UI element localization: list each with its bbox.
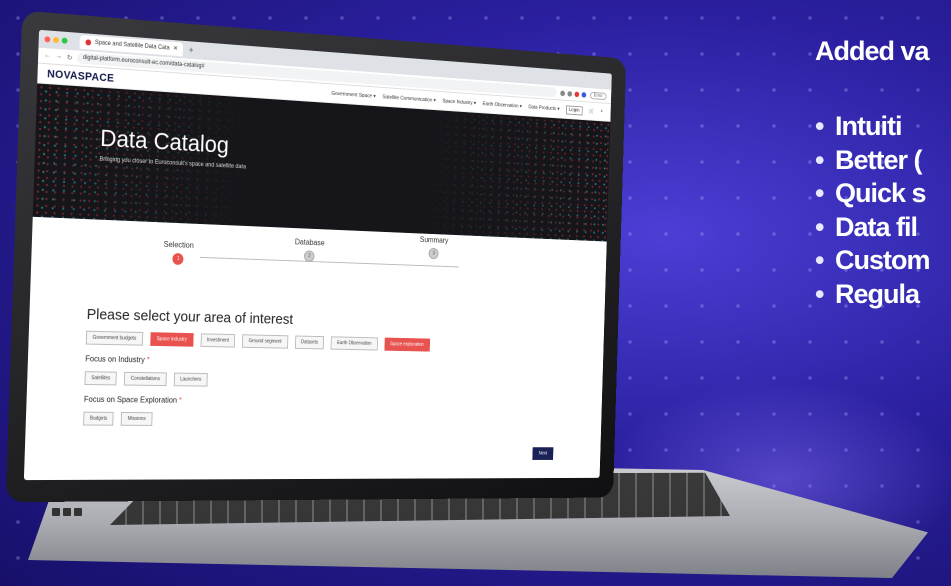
industry-chip-group: Satellites Constellations Launchers: [84, 371, 555, 391]
step-summary[interactable]: Summary 3: [419, 235, 449, 260]
minimize-window-icon[interactable]: [53, 36, 59, 44]
benefit-item: • Data fil: [815, 211, 930, 245]
selection-form: Please select your area of interest Gove…: [26, 304, 605, 428]
benefit-text: Custom: [835, 245, 930, 275]
reload-icon[interactable]: ↻: [67, 53, 73, 61]
area-chip-selected[interactable]: Space exploration: [384, 337, 430, 352]
nav-earth-observation[interactable]: Earth Observation ▾: [483, 101, 522, 109]
required-marker: *: [146, 355, 150, 365]
industry-section-title: Focus on Industry *: [85, 354, 556, 371]
extension-icon[interactable]: [581, 91, 587, 98]
step-number: 3: [428, 247, 439, 260]
back-icon[interactable]: ←: [44, 52, 51, 59]
area-chip[interactable]: Ground segment: [242, 334, 288, 349]
area-chip[interactable]: Datasets: [294, 335, 325, 350]
exploration-chip-group: Budgets Missions: [83, 411, 554, 429]
benefit-item: • Quick s: [815, 177, 930, 211]
nav-space-industry[interactable]: Space Industry ▾: [442, 98, 476, 106]
bullet-icon: •: [815, 245, 824, 275]
benefit-text: Better (: [835, 144, 923, 175]
site-logo[interactable]: NOVASPACE: [47, 68, 114, 84]
site-favicon-icon: [85, 39, 92, 46]
industry-title-text: Focus on Industry: [85, 354, 145, 365]
area-chip-selected[interactable]: Space industry: [149, 332, 194, 347]
maximize-window-icon[interactable]: [61, 37, 68, 44]
benefit-list: • Intuiti • Better ( • Quick s • Data fil • C…: [815, 110, 930, 311]
benefit-text: Regula: [835, 278, 920, 309]
close-window-icon[interactable]: [44, 36, 51, 43]
laptop-screen: Space and Satellite Data Cata ✕ + ← → ↻ …: [23, 29, 612, 481]
area-chip-group: Government budgets Space industry Invest…: [85, 330, 557, 354]
area-chip[interactable]: Investment: [200, 333, 236, 348]
step-selection[interactable]: Selection 1: [163, 239, 194, 266]
benefit-item: • Regula: [815, 278, 930, 312]
area-chip[interactable]: Earth Observation: [330, 336, 378, 351]
industry-chip[interactable]: Launchers: [173, 372, 208, 387]
exploration-chip[interactable]: Missions: [120, 411, 153, 426]
exploration-title-text: Focus on Space Exploration: [83, 394, 178, 405]
nav-satellite-communication[interactable]: Satellite Communication ▾: [382, 94, 435, 103]
laptop-lid: Space and Satellite Data Cata ✕ + ← → ↻ …: [5, 10, 627, 503]
extension-icon[interactable]: [560, 90, 566, 96]
extensions-area: [560, 90, 587, 98]
forward-icon[interactable]: →: [55, 53, 62, 60]
page-title: Data Catalog: [99, 125, 230, 159]
area-chip[interactable]: Government budgets: [85, 330, 143, 346]
required-marker: *: [178, 395, 183, 405]
industry-chip[interactable]: Constellations: [124, 371, 167, 387]
benefit-item: • Better (: [815, 144, 930, 178]
benefit-item: • Custom: [815, 244, 930, 278]
bullet-icon: •: [815, 111, 824, 141]
close-tab-icon[interactable]: ✕: [173, 42, 178, 56]
step-label: Summary: [419, 235, 449, 245]
laptop-ports: [52, 503, 112, 516]
extension-icon[interactable]: [574, 91, 580, 97]
bullet-icon: •: [815, 178, 824, 208]
form-title: Please select your area of interest: [86, 306, 294, 328]
step-database[interactable]: Database 2: [294, 238, 325, 263]
benefit-item: • Intuiti: [815, 110, 930, 144]
extension-icon[interactable]: [567, 90, 573, 97]
nav-data-products[interactable]: Data Products ▾: [528, 104, 559, 112]
slide-heading: Added va: [815, 36, 930, 66]
search-icon[interactable]: ⌕: [600, 109, 603, 115]
bullet-icon: •: [815, 278, 824, 309]
new-tab-button[interactable]: +: [189, 45, 194, 55]
exploration-chip[interactable]: Budgets: [83, 411, 114, 426]
benefit-text: Quick s: [835, 178, 927, 208]
step-label: Database: [294, 237, 325, 248]
benefit-text: Intuiti: [835, 111, 902, 141]
step-number: 2: [303, 250, 315, 263]
step-label: Selection: [163, 239, 194, 250]
profile-button[interactable]: Error: [589, 91, 607, 100]
benefit-text: Data fil: [835, 211, 918, 242]
bullet-icon: •: [815, 211, 824, 242]
bullet-icon: •: [815, 144, 824, 175]
login-button[interactable]: Login: [565, 104, 583, 116]
industry-chip[interactable]: Satellites: [84, 371, 118, 386]
cart-icon[interactable]: 🛒: [589, 108, 595, 114]
next-button[interactable]: Next: [532, 447, 554, 460]
nav-government-space[interactable]: Government Space ▾: [331, 90, 375, 99]
exploration-section-title: Focus on Space Exploration *: [84, 395, 555, 409]
step-number: 1: [172, 252, 184, 266]
